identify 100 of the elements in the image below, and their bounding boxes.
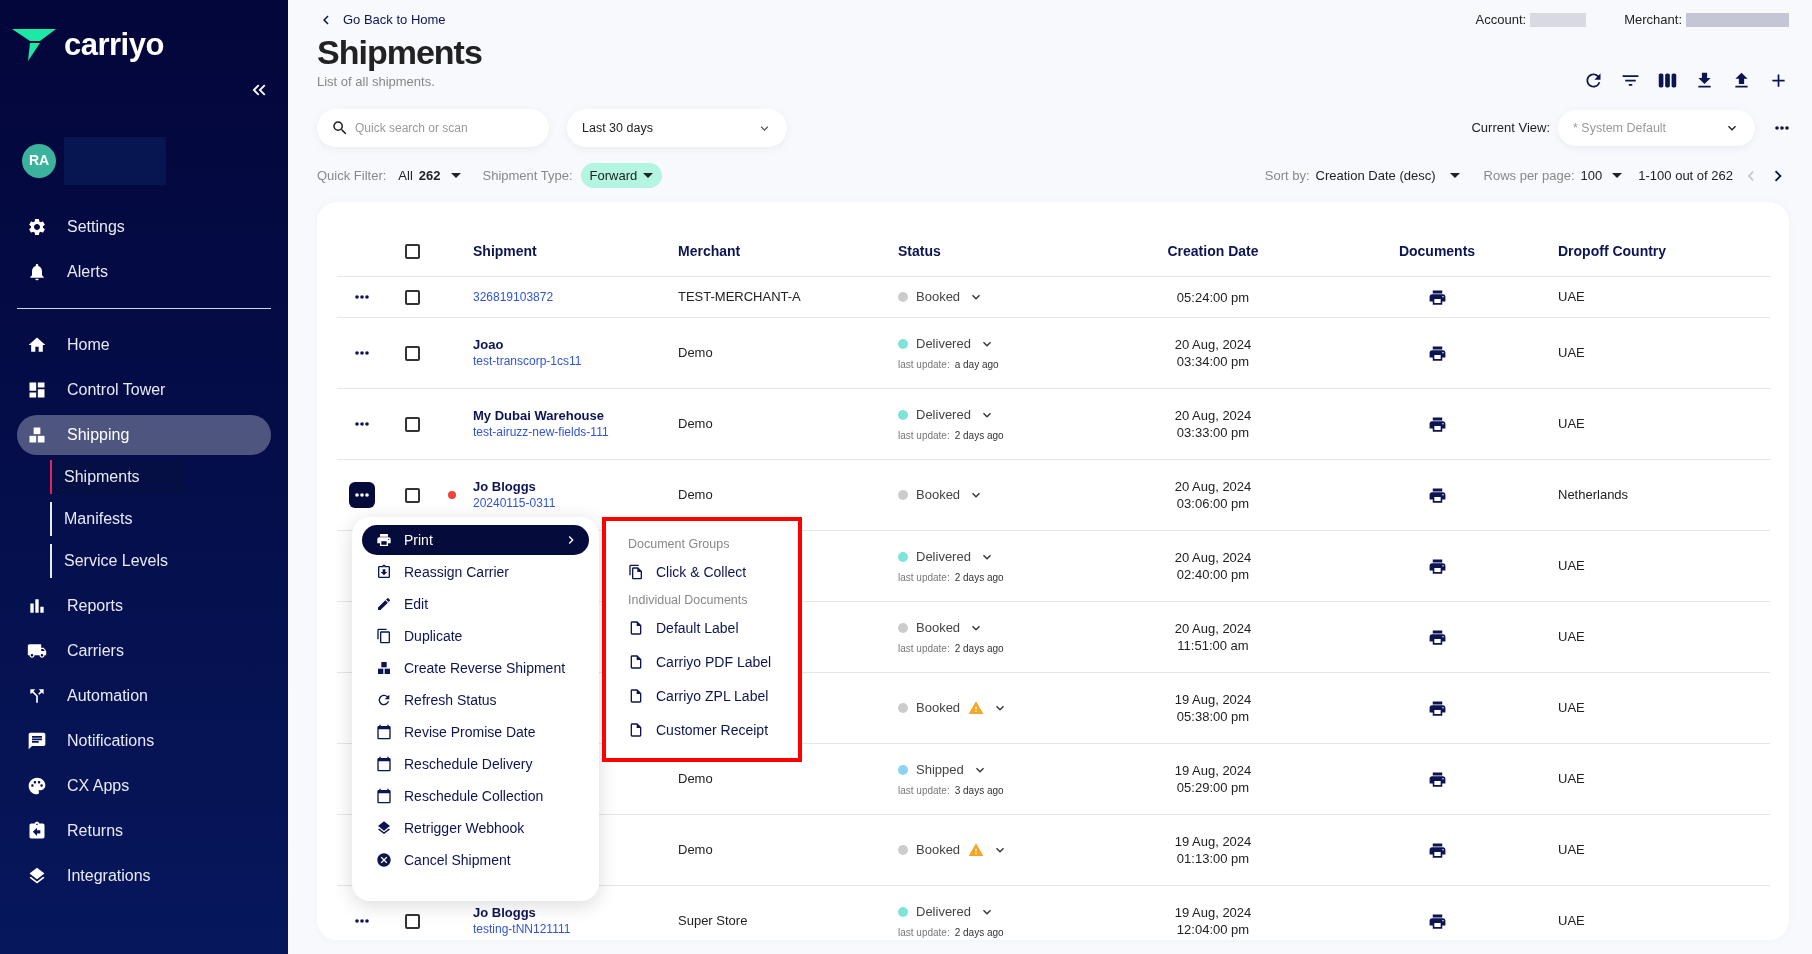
quick-filter-dropdown[interactable]: All 262 — [394, 165, 465, 186]
nav-item[interactable]: Integrations — [17, 855, 271, 896]
nav-item[interactable]: Carriers — [17, 630, 271, 671]
checkbox[interactable] — [404, 345, 420, 361]
tracking-link[interactable]: test-transcorp-1cs11 — [473, 353, 672, 370]
creation-time: 02:40:00 pm — [1176, 566, 1250, 583]
creation-date: 19 Aug, 2024 — [1174, 904, 1252, 921]
nav-item[interactable]: Settings — [17, 206, 271, 247]
checkbox[interactable] — [404, 289, 420, 305]
creation-time: 05:38:00 pm — [1176, 708, 1250, 725]
status-label: Booked — [916, 288, 961, 307]
status-label: Delivered — [916, 547, 971, 566]
checkbox[interactable] — [404, 913, 420, 929]
column-header[interactable]: Merchant — [678, 243, 741, 259]
menu-item[interactable]: Cancel Shipment — [362, 845, 589, 875]
printer-icon[interactable] — [1427, 287, 1447, 307]
nav-item[interactable]: Returns — [17, 810, 271, 851]
menu-item[interactable]: Create Reverse Shipment — [362, 653, 589, 683]
calendar-icon — [376, 788, 392, 804]
merchant-name: Demo — [678, 345, 713, 361]
last-update-label: last update: — [898, 571, 950, 586]
menu-item[interactable]: Reassign Carrier — [362, 557, 589, 587]
checkbox[interactable] — [404, 244, 420, 259]
checkbox[interactable] — [404, 487, 420, 503]
printer-icon[interactable] — [1427, 698, 1447, 718]
printer-icon[interactable] — [1427, 556, 1447, 576]
creation-date: 20 Aug, 2024 — [1174, 478, 1252, 495]
tracking-link[interactable]: 326819103872 — [473, 288, 672, 306]
creation-time: 01:13:00 pm — [1176, 850, 1250, 867]
menu-item[interactable]: Reschedule Collection — [362, 781, 589, 811]
menu-item[interactable]: Duplicate — [362, 621, 589, 651]
nav-item[interactable]: Reports — [17, 585, 271, 626]
search-icon — [331, 119, 349, 137]
more-icon — [355, 493, 369, 497]
creation-time: 05:24:00 pm — [1176, 288, 1250, 306]
merchant-name: Demo — [678, 771, 713, 787]
tracking-link[interactable]: testing-tNN121111 — [473, 921, 672, 938]
tracking-link[interactable]: test-airuzz-new-fields-111 — [473, 424, 672, 441]
shipment-name: Joao — [473, 336, 505, 353]
caret-icon — [450, 173, 461, 178]
tracking-link[interactable]: 20240115-0311 — [473, 495, 672, 512]
rows-per-page-dropdown[interactable]: 100 — [1580, 165, 1627, 186]
nav-item[interactable]: Control Tower — [17, 369, 271, 410]
status-label: Booked — [916, 618, 961, 637]
printer-icon[interactable] — [1427, 343, 1447, 363]
merchant-name: Demo — [678, 842, 713, 858]
menu-item[interactable]: Revise Promise Date — [362, 717, 589, 747]
document-icon — [628, 722, 644, 738]
nav-item[interactable]: CX Apps — [17, 765, 271, 806]
nav-item[interactable]: Automation — [17, 675, 271, 716]
dropoff-country: UAE — [1558, 913, 1585, 929]
last-update-value: 2 days ago — [954, 429, 1004, 444]
menu-item[interactable]: Edit — [362, 589, 589, 619]
column-header[interactable]: Creation Date — [1167, 241, 1259, 262]
merchant-name: Demo — [678, 487, 713, 503]
printer-icon[interactable] — [1427, 840, 1447, 860]
submenu-item[interactable]: Customer Receipt — [628, 713, 798, 747]
back-link[interactable]: Go Back to Home — [317, 10, 482, 30]
column-header[interactable]: Shipment — [473, 243, 537, 259]
nav-subitem[interactable]: Manifests — [50, 501, 153, 536]
printer-icon[interactable] — [1427, 485, 1447, 505]
checkbox[interactable] — [404, 416, 420, 432]
date-range-dropdown[interactable]: Last 30 days — [567, 109, 787, 147]
column-header[interactable]: Dropoff Country — [1558, 243, 1667, 259]
printer-icon[interactable] — [1427, 627, 1447, 647]
column-header[interactable]: Documents — [1398, 241, 1476, 262]
calendar-icon — [376, 756, 392, 772]
document-icon — [628, 688, 644, 704]
column-header[interactable]: Status — [898, 243, 941, 259]
printer-icon — [376, 532, 392, 548]
submenu-item[interactable]: Carriyo ZPL Label — [628, 679, 798, 713]
dropoff-country: UAE — [1558, 771, 1585, 787]
printer-icon[interactable] — [1427, 911, 1447, 931]
nav-subitem[interactable]: Shipments — [50, 459, 185, 494]
nav-item[interactable]: Notifications — [17, 720, 271, 761]
rows-per-page-label: Rows per page: — [1483, 166, 1575, 185]
shipment-type-chip[interactable]: Forward — [580, 163, 663, 188]
submenu-item[interactable]: Click & Collect — [628, 555, 798, 589]
submenu-item[interactable]: Default Label — [628, 611, 798, 645]
printer-icon[interactable] — [1427, 769, 1447, 789]
calendar-icon — [376, 724, 392, 740]
search-field[interactable]: Quick search or scan — [317, 109, 549, 147]
printer-icon[interactable] — [1427, 414, 1447, 434]
submenu-item[interactable]: Carriyo PDF Label — [628, 645, 798, 679]
nav-item[interactable]: Home — [17, 324, 271, 365]
creation-date: 19 Aug, 2024 — [1174, 691, 1252, 708]
nav-subitem[interactable]: Service Levels — [50, 543, 189, 578]
more-icon[interactable] — [1775, 126, 1789, 130]
menu-item[interactable]: Retrigger Webhook — [362, 813, 589, 843]
pagination-range: 1-100 out of 262 — [1638, 166, 1733, 185]
menu-item[interactable]: Print — [362, 525, 589, 555]
sort-dropdown[interactable]: Creation Date (desc) — [1315, 165, 1464, 186]
creation-time: 05:29:00 pm — [1176, 779, 1250, 796]
row-actions-button[interactable] — [349, 482, 375, 508]
nav-item[interactable]: Alerts — [17, 251, 271, 292]
menu-item[interactable]: Refresh Status — [362, 685, 589, 715]
nav-item[interactable]: Shipping — [17, 414, 271, 455]
menu-item[interactable]: Reschedule Delivery — [362, 749, 589, 779]
creation-date: 20 Aug, 2024 — [1174, 620, 1252, 637]
creation-date: 20 Aug, 2024 — [1174, 407, 1252, 424]
